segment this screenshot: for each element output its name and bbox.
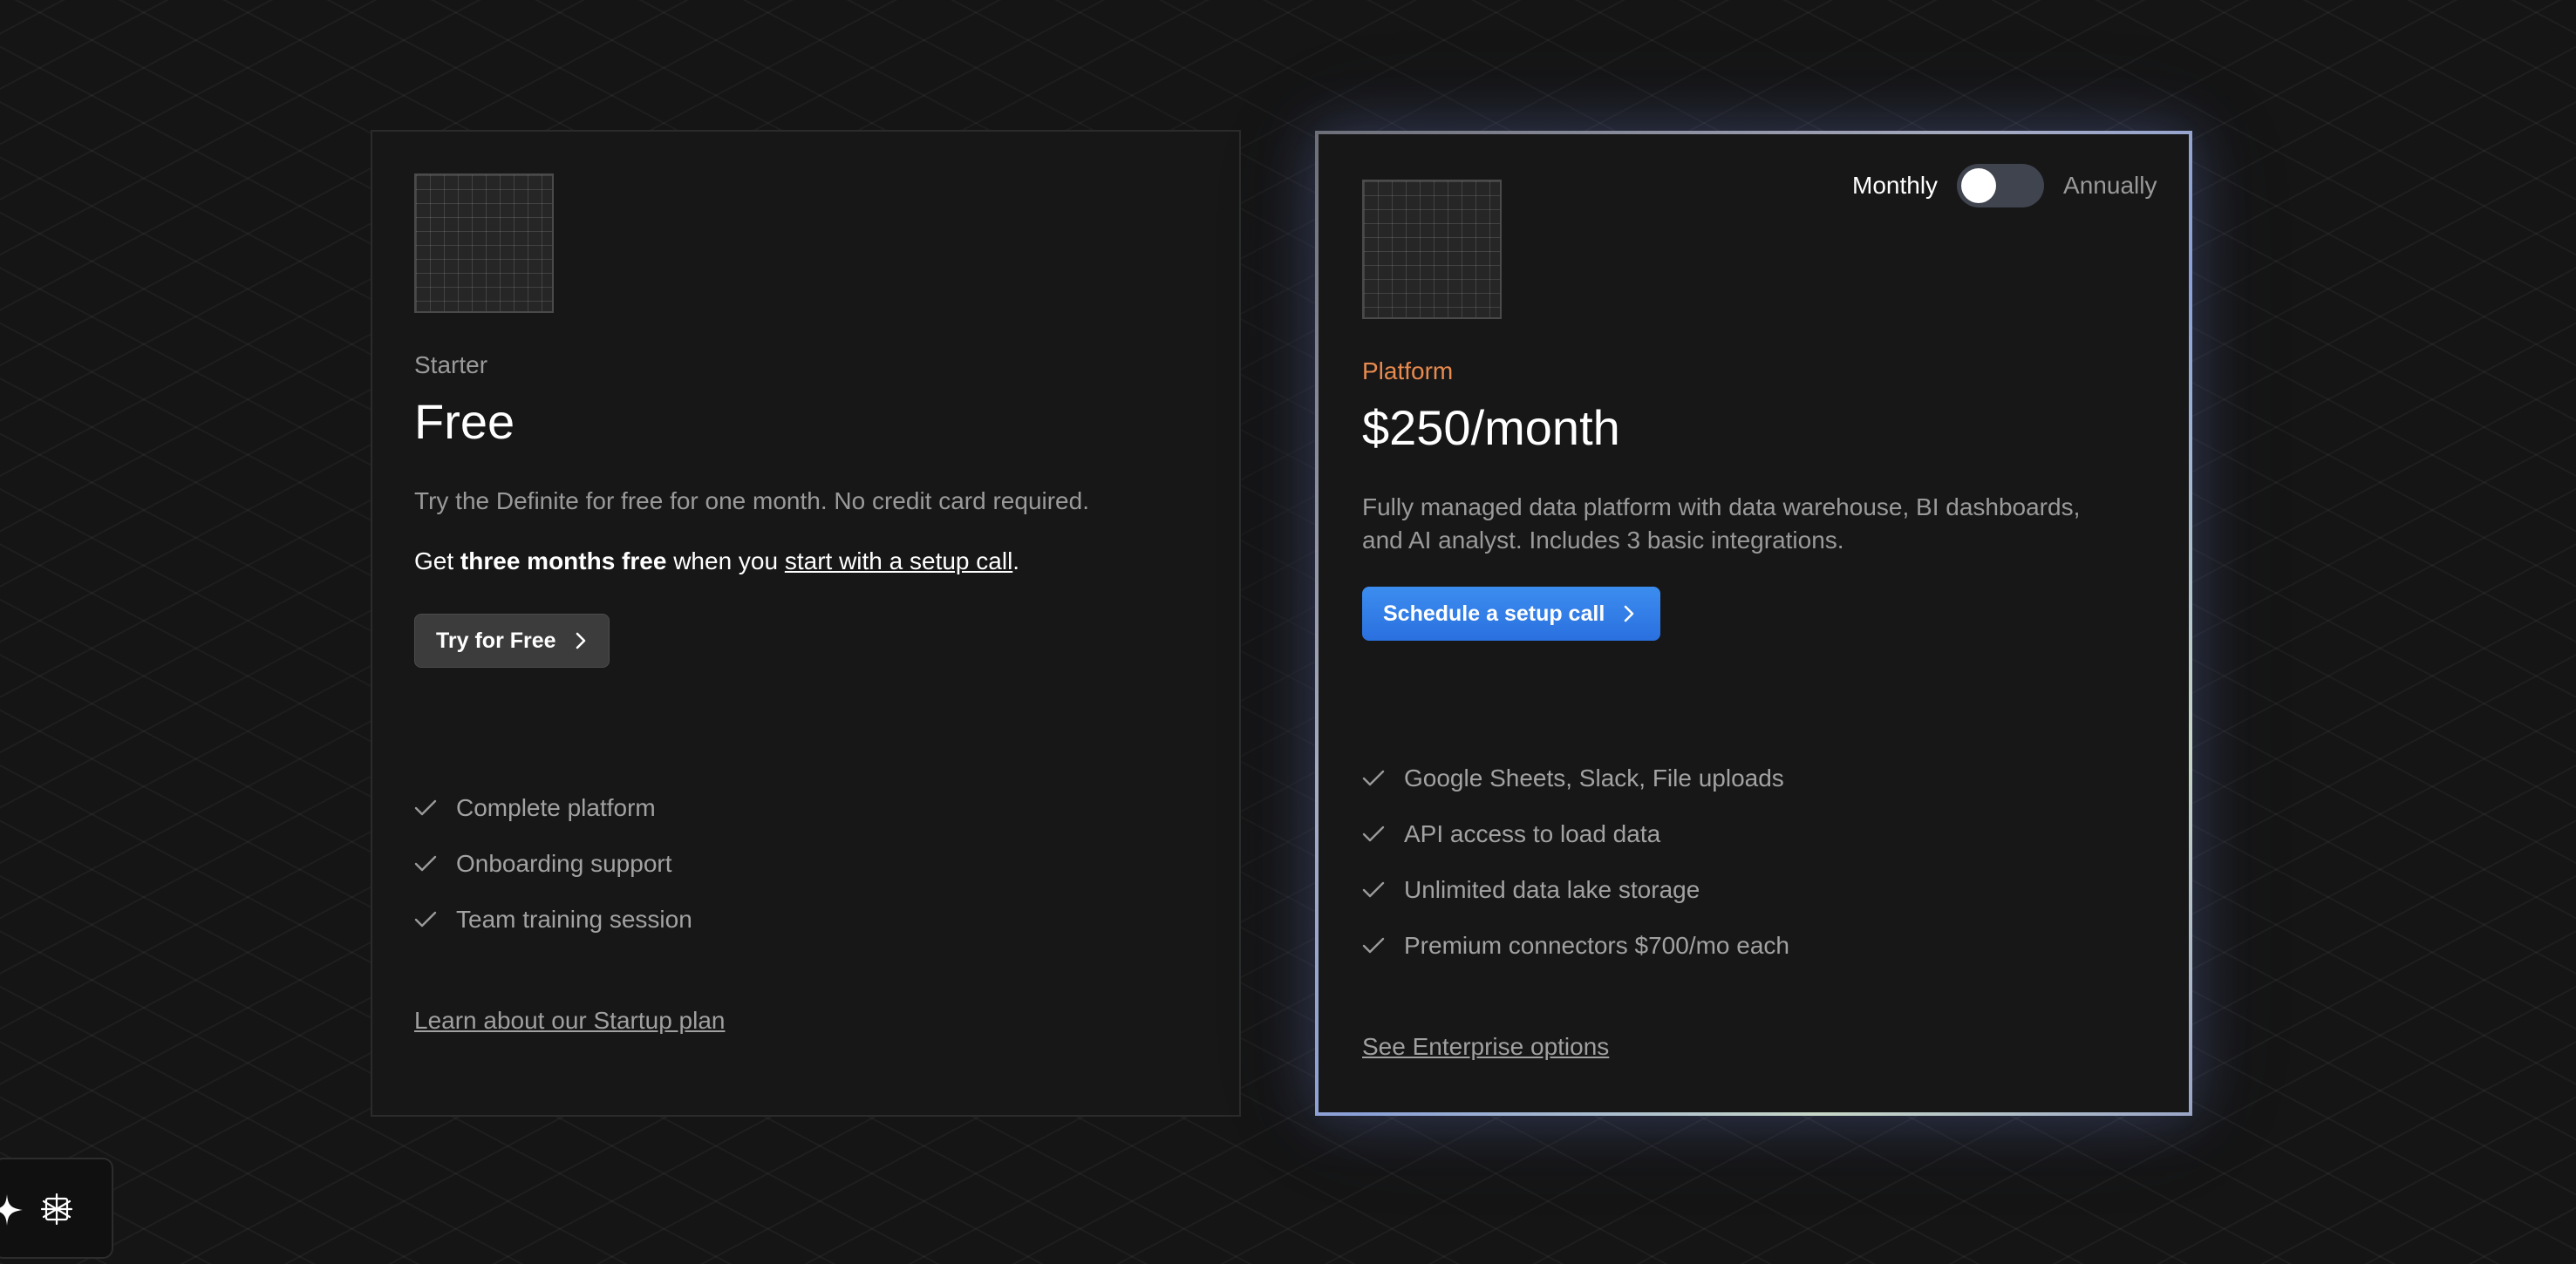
network-icon[interactable] (38, 1191, 75, 1227)
annually-label[interactable]: Annually (2063, 172, 2157, 200)
platform-description: Fully managed data platform with data wa… (1362, 491, 2080, 557)
feature-item: Premium connectors $700/mo each (1362, 918, 1789, 974)
starter-feature-list: Complete platform Onboarding support Tea… (414, 780, 692, 948)
check-icon (1362, 937, 1385, 954)
toggle-knob (1961, 168, 1997, 203)
feature-item: Team training session (414, 892, 692, 948)
check-icon (414, 911, 437, 928)
feature-label: API access to load data (1404, 820, 1661, 847)
check-icon (414, 855, 437, 872)
chevron-right-icon (576, 632, 585, 649)
promo-middle: when you (666, 547, 785, 574)
sparkle-icon[interactable] (0, 1193, 24, 1227)
starter-price: Free (414, 394, 515, 449)
platform-description-line2: and AI analyst. Includes 3 basic integra… (1362, 527, 1844, 554)
promo-bold: three months free (460, 547, 667, 574)
feature-item: API access to load data (1362, 806, 1789, 862)
feature-item: Onboarding support (414, 836, 692, 892)
platform-price: $250/month (1362, 400, 1620, 455)
schedule-setup-call-button[interactable]: Schedule a setup call (1362, 587, 1660, 641)
schedule-setup-call-label: Schedule a setup call (1383, 601, 1605, 626)
try-for-free-label: Try for Free (436, 628, 556, 653)
chevron-right-icon (1624, 605, 1634, 622)
monthly-label[interactable]: Monthly (1852, 172, 1938, 200)
billing-period-toggle: Monthly Annually (1852, 164, 2157, 207)
starter-plan-card: Starter Free Try the Definite for free f… (371, 130, 1241, 1117)
promo-suffix: . (1012, 547, 1020, 574)
platform-feature-list: Google Sheets, Slack, File uploads API a… (1362, 751, 1789, 974)
feature-item: Complete platform (414, 780, 692, 836)
platform-tier-label: Platform (1362, 357, 1454, 384)
try-for-free-button[interactable]: Try for Free (414, 614, 610, 668)
feature-label: Premium connectors $700/mo each (1404, 932, 1789, 959)
starter-plan-image (414, 173, 554, 313)
platform-plan-card: Platform $250/month Fully managed data p… (1315, 131, 2192, 1116)
check-icon (1362, 881, 1385, 898)
enterprise-options-link[interactable]: See Enterprise options (1362, 1033, 1609, 1061)
feature-label: Google Sheets, Slack, File uploads (1404, 765, 1784, 792)
check-icon (1362, 770, 1385, 786)
feature-item: Google Sheets, Slack, File uploads (1362, 751, 1789, 806)
feature-label: Team training session (456, 906, 692, 933)
platform-description-line1: Fully managed data platform with data wa… (1362, 493, 2081, 520)
billing-toggle-switch[interactable] (1957, 164, 2045, 207)
platform-plan-image (1362, 180, 1502, 319)
starter-tier-label: Starter (414, 351, 488, 378)
setup-call-link[interactable]: start with a setup call (785, 547, 1012, 574)
feature-label: Complete platform (456, 794, 656, 821)
starter-promo-text: Get three months free when you start wit… (414, 547, 1019, 575)
starter-description: Try the Definite for free for one month.… (414, 487, 1089, 514)
startup-plan-link[interactable]: Learn about our Startup plan (414, 1007, 725, 1035)
check-icon (1362, 826, 1385, 842)
check-icon (414, 799, 437, 816)
feature-label: Unlimited data lake storage (1404, 876, 1700, 903)
floating-toolbar-widget (0, 1158, 113, 1259)
feature-item: Unlimited data lake storage (1362, 862, 1789, 918)
promo-prefix: Get (414, 547, 460, 574)
feature-label: Onboarding support (456, 850, 672, 877)
